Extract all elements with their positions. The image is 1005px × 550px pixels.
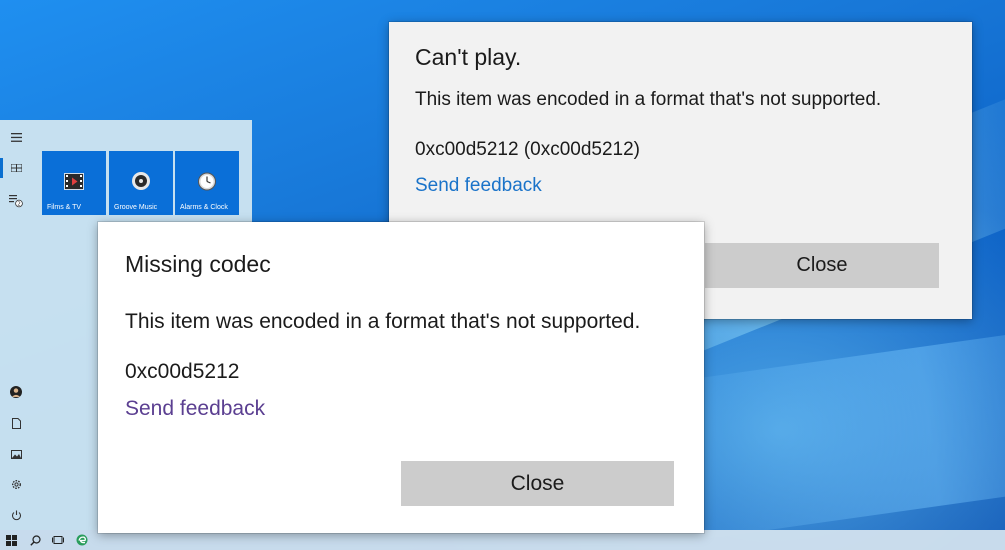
tile-groove-music[interactable]: Groove Music <box>109 151 173 215</box>
list-icon[interactable]: 2 <box>8 193 24 209</box>
dialog-message: This item was encoded in a format that's… <box>415 89 882 110</box>
search-icon[interactable] <box>28 533 42 547</box>
dialog-title: Can't play. <box>415 44 522 70</box>
start-menu-rail: 2 <box>0 120 32 530</box>
send-feedback-link[interactable]: Send feedback <box>415 175 542 197</box>
windows-start-icon[interactable] <box>4 533 18 547</box>
power-icon[interactable] <box>8 507 24 523</box>
error-code: 0xc00d5212 <box>125 360 240 383</box>
tile-label: Alarms & Clock <box>180 204 228 211</box>
hamburger-menu-icon[interactable] <box>8 129 24 145</box>
edge-icon[interactable] <box>75 533 89 547</box>
pictures-icon[interactable] <box>8 446 24 462</box>
settings-icon[interactable] <box>8 476 24 492</box>
close-button[interactable]: Close <box>705 243 939 288</box>
missing-codec-dialog: Missing codec This item was encoded in a… <box>98 222 704 533</box>
dialog-title: Missing codec <box>125 251 271 277</box>
taskbar <box>0 530 1005 550</box>
send-feedback-link[interactable]: Send feedback <box>125 397 265 421</box>
error-code: 0xc00d5212 (0xc00d5212) <box>415 139 641 160</box>
tile-label: Films & TV <box>47 204 82 211</box>
rail-selection-indicator <box>0 158 3 178</box>
list-badge: 2 <box>17 202 21 208</box>
all-apps-icon[interactable] <box>8 160 24 176</box>
documents-icon[interactable] <box>8 415 24 431</box>
dialog-message: This item was encoded in a format that's… <box>125 310 641 333</box>
film-icon <box>63 171 85 191</box>
task-view-icon[interactable] <box>51 533 65 547</box>
close-button[interactable]: Close <box>401 461 674 506</box>
tile-label: Groove Music <box>114 204 158 211</box>
tile-alarms-clock[interactable]: Alarms & Clock <box>175 151 239 215</box>
alarm-clock-icon <box>196 171 218 191</box>
music-disc-icon <box>130 171 152 191</box>
tile-films-tv[interactable]: Films & TV <box>42 151 106 215</box>
user-avatar-icon[interactable] <box>8 384 24 400</box>
